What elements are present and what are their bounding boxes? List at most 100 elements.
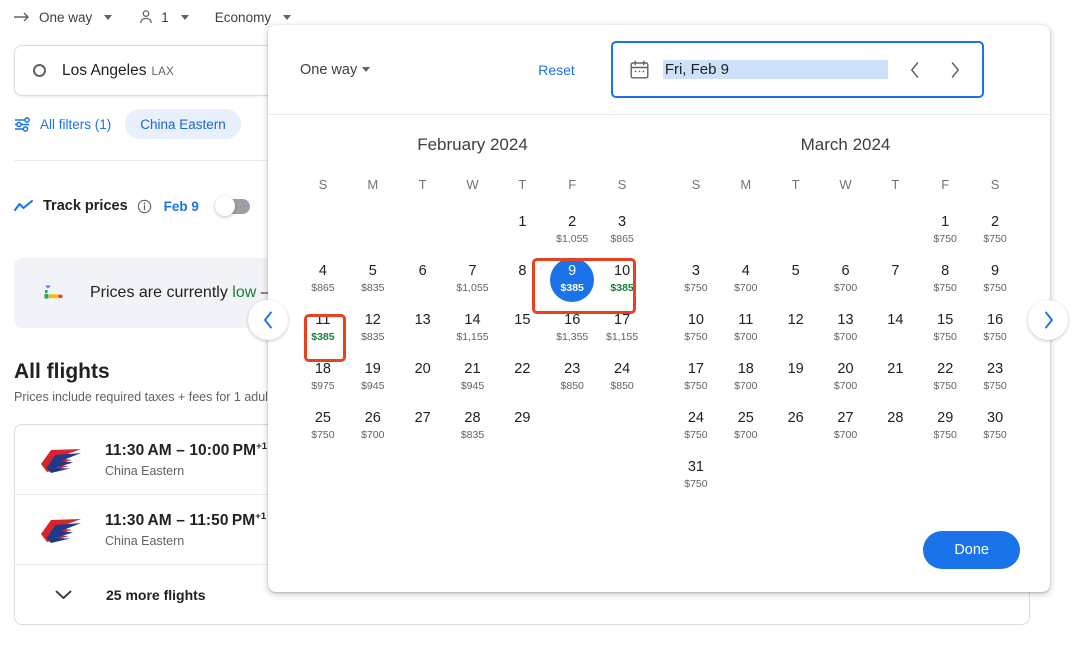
calendar-day-1[interactable]: 1 bbox=[497, 212, 547, 261]
calendar-day-19[interactable]: 19 $945 bbox=[348, 359, 398, 408]
cabin-class-selector[interactable]: Economy bbox=[215, 10, 301, 25]
calendar-day-20[interactable]: 20 bbox=[398, 359, 448, 408]
calendar-day-9[interactable]: 9 $750 bbox=[970, 261, 1020, 310]
all-filters-button[interactable]: All filters (1) bbox=[14, 116, 111, 133]
month-title: February 2024 bbox=[417, 135, 528, 154]
calendar-day-18[interactable]: 18 $975 bbox=[298, 359, 348, 408]
calendar-day-3[interactable]: 3 $750 bbox=[671, 261, 721, 310]
previous-dates-carousel-button[interactable] bbox=[248, 300, 288, 340]
next-date-button[interactable] bbox=[942, 57, 968, 83]
calendar-day-14[interactable]: 14 $1,155 bbox=[448, 310, 498, 359]
passengers-selector[interactable]: 1 bbox=[138, 9, 199, 25]
calendar-day-5[interactable]: 5 bbox=[771, 261, 821, 310]
dialog-trip-type-label: One way bbox=[300, 61, 358, 78]
calendar-day-10[interactable]: 10 $385 bbox=[597, 261, 647, 310]
calendar-day-24[interactable]: 24 $850 bbox=[597, 359, 647, 408]
calendar-day-14[interactable]: 14 bbox=[870, 310, 920, 359]
day-number: 15 bbox=[937, 312, 954, 328]
calendar-day-2[interactable]: 2 $750 bbox=[970, 212, 1020, 261]
calendar-day-6[interactable]: 6 bbox=[398, 261, 448, 310]
calendar-day-1[interactable]: 1 $750 bbox=[920, 212, 970, 261]
calendar-day-21[interactable]: 21 $945 bbox=[448, 359, 498, 408]
calendar-day-28[interactable]: 28 bbox=[870, 408, 920, 457]
day-number: 12 bbox=[787, 312, 804, 328]
day-number: 7 bbox=[468, 263, 477, 279]
day-price: $700 bbox=[833, 331, 858, 343]
calendar-day-4[interactable]: 4 $865 bbox=[298, 261, 348, 310]
calendar-day-28[interactable]: 28 $835 bbox=[448, 408, 498, 457]
calendar-day-empty bbox=[870, 457, 920, 506]
price-insight-text: Prices are currently low – bbox=[90, 284, 270, 302]
calendar-day-29[interactable]: 29 $750 bbox=[920, 408, 970, 457]
calendar-day-11[interactable]: 11 $700 bbox=[721, 310, 771, 359]
day-number: 2 bbox=[991, 214, 1000, 230]
calendar-day-18[interactable]: 18 $700 bbox=[721, 359, 771, 408]
next-dates-carousel-button[interactable] bbox=[1028, 300, 1068, 340]
day-price: $700 bbox=[833, 429, 858, 441]
calendar-day-17[interactable]: 17 $750 bbox=[671, 359, 721, 408]
departure-date-value[interactable]: Fri, Feb 9 bbox=[662, 60, 888, 79]
calendar-day-26[interactable]: 26 $700 bbox=[348, 408, 398, 457]
calendar-day-22[interactable]: 22 $750 bbox=[920, 359, 970, 408]
calendar-day-20[interactable]: 20 $700 bbox=[821, 359, 871, 408]
calendar-day-27[interactable]: 27 $700 bbox=[821, 408, 871, 457]
calendar-day-13[interactable]: 13 bbox=[398, 310, 448, 359]
calendar-day-9[interactable]: 9 $385 bbox=[547, 258, 597, 310]
done-button[interactable]: Done bbox=[923, 531, 1020, 569]
departure-date-field[interactable]: Fri, Feb 9 bbox=[610, 41, 984, 98]
calendar-day-27[interactable]: 27 bbox=[398, 408, 448, 457]
calendar-day-24[interactable]: 24 $750 bbox=[671, 408, 721, 457]
track-prices-toggle[interactable] bbox=[214, 195, 250, 216]
calendar-day-6[interactable]: 6 $700 bbox=[821, 261, 871, 310]
calendar-day-7[interactable]: 7 bbox=[870, 261, 920, 310]
day-number: 27 bbox=[837, 410, 854, 426]
day-number: 26 bbox=[787, 410, 804, 426]
calendar-day-25[interactable]: 25 $700 bbox=[721, 408, 771, 457]
calendar-day-8[interactable]: 8 bbox=[497, 261, 547, 310]
calendar-day-31[interactable]: 31 $750 bbox=[671, 457, 721, 506]
calendar-day-5[interactable]: 5 $835 bbox=[348, 261, 398, 310]
calendar-day-empty bbox=[771, 212, 821, 261]
day-price: $700 bbox=[734, 429, 758, 441]
day-number: 13 bbox=[414, 312, 431, 328]
calendar-day-8[interactable]: 8 $750 bbox=[920, 261, 970, 310]
trip-type-selector[interactable]: One way bbox=[14, 10, 122, 25]
previous-date-button[interactable] bbox=[902, 57, 928, 83]
calendar-day-30[interactable]: 30 $750 bbox=[970, 408, 1020, 457]
calendar-day-12[interactable]: 12 bbox=[771, 310, 821, 359]
calendar-day-17[interactable]: 17 $1,155 bbox=[597, 310, 647, 359]
dialog-trip-type-selector[interactable]: One way bbox=[300, 61, 371, 78]
calendar-week-row: 4 $865 5 $835 6 7 $1,055 8 9 $385 10 $385 bbox=[298, 258, 647, 310]
reset-button[interactable]: Reset bbox=[538, 62, 575, 78]
day-price: $750 bbox=[933, 429, 957, 441]
flight-times: 11:30 AM – 10:00 PM+1 bbox=[105, 441, 267, 460]
calendar-day-2[interactable]: 2 $1,055 bbox=[547, 212, 597, 261]
calendar-day-3[interactable]: 3 $865 bbox=[597, 212, 647, 261]
calendar-day-23[interactable]: 23 $750 bbox=[970, 359, 1020, 408]
calendar-day-22[interactable]: 22 bbox=[497, 359, 547, 408]
calendar-day-25[interactable]: 25 $750 bbox=[298, 408, 348, 457]
calendar-week-row: 10 $750 11 $700 12 13 $700 14 15 $750 16 $750 bbox=[671, 310, 1020, 359]
calendar-day-16[interactable]: 16 $1,355 bbox=[547, 310, 597, 359]
calendar-day-7[interactable]: 7 $1,055 bbox=[448, 261, 498, 310]
info-icon[interactable] bbox=[137, 199, 152, 214]
calendar-day-23[interactable]: 23 $850 bbox=[547, 359, 597, 408]
calendar-day-13[interactable]: 13 $700 bbox=[821, 310, 871, 359]
calendar-day-15[interactable]: 15 $750 bbox=[920, 310, 970, 359]
day-price: $865 bbox=[311, 282, 335, 294]
calendar-day-19[interactable]: 19 bbox=[771, 359, 821, 408]
track-prices-date[interactable]: Feb 9 bbox=[164, 199, 199, 214]
calendar-day-empty bbox=[547, 408, 597, 457]
calendar-day-16[interactable]: 16 $750 bbox=[970, 310, 1020, 359]
calendar-day-26[interactable]: 26 bbox=[771, 408, 821, 457]
calendar-day-21[interactable]: 21 bbox=[870, 359, 920, 408]
day-number: 17 bbox=[614, 312, 631, 328]
calendar-day-11[interactable]: 11 $385 bbox=[298, 310, 348, 359]
calendar-day-29[interactable]: 29 bbox=[497, 408, 547, 457]
airline-filter-chip[interactable]: China Eastern bbox=[125, 109, 241, 139]
calendar-day-4[interactable]: 4 $700 bbox=[721, 261, 771, 310]
calendar-day-15[interactable]: 15 bbox=[497, 310, 547, 359]
calendar-day-10[interactable]: 10 $750 bbox=[671, 310, 721, 359]
origin-field[interactable]: Los Angeles LAX bbox=[62, 62, 174, 80]
calendar-day-12[interactable]: 12 $835 bbox=[348, 310, 398, 359]
